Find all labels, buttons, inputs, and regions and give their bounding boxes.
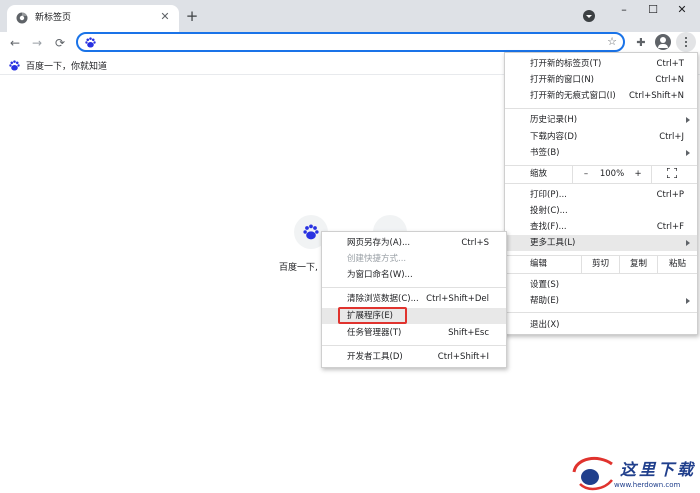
chrome-globe-icon <box>16 12 28 24</box>
menu-separator <box>505 108 697 109</box>
zoom-out-button[interactable]: – <box>572 166 599 183</box>
menu-item-save-page[interactable]: 网页另存为(A)... Ctrl+S <box>322 235 506 251</box>
profile-avatar-icon[interactable] <box>655 34 671 50</box>
extensions-highlight-box <box>338 307 407 324</box>
chrome-main-menu: 打开新的标签页(T) Ctrl+T 打开新的窗口(N) Ctrl+N 打开新的无痕式… <box>504 52 698 335</box>
submenu-arrow-icon <box>686 298 690 304</box>
watermark-text: 这里下载 <box>620 460 697 479</box>
new-tab-button[interactable]: + <box>184 8 200 24</box>
more-tools-submenu: 网页另存为(A)... Ctrl+S 创建快捷方式... 为窗口命名(W)... … <box>321 231 507 368</box>
menu-item-find[interactable]: 查找(F)... Ctrl+F <box>505 219 697 235</box>
shortcut-tile-label: 百度一下, <box>279 263 318 273</box>
tab-strip: 新标签页 ✕ + – ☐ ✕ <box>0 0 700 32</box>
submenu-arrow-icon <box>686 117 690 123</box>
menu-item-print[interactable]: 打印(P)... Ctrl+P <box>505 187 697 203</box>
menu-item-incognito[interactable]: 打开新的无痕式窗口(I) Ctrl+Shift+N <box>505 88 697 104</box>
reload-button[interactable]: ⟳ <box>51 34 69 52</box>
back-button[interactable]: ← <box>6 34 24 52</box>
bookmark-star-icon[interactable]: ☆ <box>607 35 617 49</box>
chrome-menu-button[interactable] <box>676 32 696 52</box>
menu-separator <box>505 183 697 184</box>
bookmark-label: 百度一下，你就知道 <box>26 61 108 72</box>
forward-button[interactable]: → <box>28 34 46 52</box>
submenu-arrow-icon <box>686 240 690 246</box>
menu-item-downloads[interactable]: 下载内容(D) Ctrl+J <box>505 129 697 145</box>
menu-item-settings[interactable]: 设置(S) <box>505 277 697 293</box>
menu-item-create-shortcut: 创建快捷方式... <box>347 254 407 264</box>
menu-item-clear-data[interactable]: 清除浏览数据(C)... Ctrl+Shift+Del <box>322 291 506 307</box>
copy-button[interactable]: 复制 <box>619 256 657 273</box>
menu-item-name-window[interactable]: 为窗口命名(W)... <box>322 267 506 283</box>
menu-item-dev-tools[interactable]: 开发者工具(D) Ctrl+Shift+I <box>322 349 506 365</box>
menu-row-edit: 编辑 剪切 复制 粘贴 <box>505 256 697 273</box>
tab-title: 新标签页 <box>35 13 72 23</box>
omnibox[interactable]: ☆ <box>76 32 625 52</box>
minimize-button[interactable]: – <box>612 2 636 18</box>
extensions-puzzle-icon[interactable]: ✚ <box>632 34 650 52</box>
menu-item-cast[interactable]: 投射(C)... <box>505 203 697 219</box>
menu-separator <box>322 345 506 346</box>
paste-button[interactable]: 粘贴 <box>657 256 697 273</box>
zoom-label: 缩放 <box>530 169 548 179</box>
menu-item-bookmarks[interactable]: 书签(B) <box>505 145 697 161</box>
submenu-arrow-icon <box>686 150 690 156</box>
menu-item-new-tab[interactable]: 打开新的标签页(T) Ctrl+T <box>505 56 697 72</box>
bookmark-baidu[interactable]: 百度一下，你就知道 <box>9 58 107 72</box>
menu-separator <box>505 312 697 313</box>
tab-new-tab[interactable]: 新标签页 ✕ <box>7 5 179 32</box>
baidu-paw-icon <box>9 59 20 71</box>
menu-item-more-tools[interactable]: 更多工具(L) <box>505 235 697 251</box>
window-close-button[interactable]: ✕ <box>670 2 694 18</box>
tab-close-icon[interactable]: ✕ <box>159 11 171 23</box>
watermark-url: www.herdown.com <box>614 481 681 489</box>
cut-button[interactable]: 剪切 <box>581 256 619 273</box>
toolbar: ← → ⟳ ☆ ✚ <box>0 32 700 54</box>
baidu-paw-icon <box>303 224 319 240</box>
menu-item-help[interactable]: 帮助(E) <box>505 293 697 309</box>
fullscreen-icon <box>667 168 677 178</box>
menu-item-task-manager[interactable]: 任务管理器(T) Shift+Esc <box>322 325 506 341</box>
maximize-button[interactable]: ☐ <box>641 2 665 18</box>
menu-separator <box>505 273 697 274</box>
zoom-value: 100% <box>599 169 625 179</box>
omnibox-input[interactable] <box>102 36 582 49</box>
menu-separator <box>322 287 506 288</box>
menu-item-new-window[interactable]: 打开新的窗口(N) Ctrl+N <box>505 72 697 88</box>
edit-label: 编辑 <box>530 259 548 269</box>
menu-item-history[interactable]: 历史记录(H) <box>505 112 697 128</box>
tab-search-icon[interactable] <box>583 10 595 22</box>
baidu-paw-icon <box>85 37 96 48</box>
zoom-in-button[interactable]: + <box>625 166 651 183</box>
menu-item-exit[interactable]: 退出(X) <box>505 317 697 333</box>
